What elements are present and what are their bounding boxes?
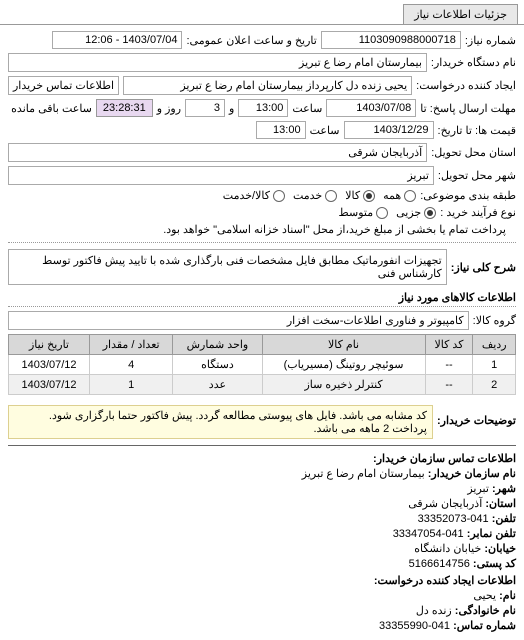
- ccity-label: شهر:: [492, 483, 516, 495]
- col-qty: تعداد / مقدار: [90, 335, 173, 355]
- table-row[interactable]: 2 -- کنترلر ذخیره ساز عدد 1 1403/07/12: [9, 375, 516, 395]
- deadline-label: مهلت ارسال پاسخ: تا: [420, 102, 516, 115]
- goods-section-title: اطلاعات کالاهای مورد نیاز: [8, 291, 516, 307]
- tab-need-details[interactable]: جزئیات اطلاعات نیاز: [403, 4, 518, 24]
- radio-all[interactable]: همه: [383, 189, 416, 202]
- radio-goods-service[interactable]: کالا/خدمت: [223, 189, 285, 202]
- phone-label: تلفن:: [492, 513, 516, 525]
- buyer-org: بیمارستان امام رضا ع تبریز: [8, 53, 427, 72]
- deadline-time: 13:00: [238, 99, 288, 117]
- col-date: تاریخ نیاز: [9, 335, 90, 355]
- announce-datetime: 1403/07/04 - 12:06: [52, 31, 182, 49]
- radio-small[interactable]: جزیی: [396, 206, 436, 219]
- payment-note: پرداخت تمام یا بخشی از مبلغ خرید،از محل …: [163, 223, 506, 236]
- radio-service[interactable]: خدمت: [293, 189, 337, 202]
- col-num: ردیف: [473, 335, 516, 355]
- street-value: خیابان دانشگاه: [414, 543, 481, 555]
- price-until-time: 13:00: [256, 121, 306, 139]
- days-remaining: 3: [185, 99, 225, 117]
- name-label: نام:: [499, 590, 516, 602]
- fax-value: 041-33347054: [393, 528, 464, 540]
- cphone-value: 041-33355990: [379, 620, 450, 632]
- ccity-value: تبریز: [467, 483, 489, 495]
- lname-label: نام خانوادگی:: [455, 605, 516, 617]
- announce-label: تاریخ و ساعت اعلان عمومی:: [186, 34, 316, 47]
- cprovince-value: آذربایجان شرقی: [408, 498, 482, 510]
- goods-group: کامپیوتر و فناوری اطلاعات-سخت افزار: [8, 311, 469, 330]
- org-label: نام سازمان خریدار:: [428, 468, 516, 480]
- col-unit: واحد شمارش: [173, 335, 262, 355]
- category-radio-group: همه کالا خدمت کالا/خدمت: [223, 189, 416, 202]
- city-label: شهر محل تحویل:: [438, 169, 516, 182]
- goods-table: ردیف کد کالا نام کالا واحد شمارش تعداد /…: [8, 334, 516, 395]
- postal-label: کد پستی:: [473, 558, 516, 570]
- org-value: بیمارستان امام رضا ع تبریز: [302, 468, 425, 480]
- lname-value: زنده دل: [416, 605, 452, 617]
- postal-value: 5166614756: [409, 558, 470, 570]
- deadline-date: 1403/07/08: [326, 99, 416, 117]
- table-row[interactable]: 1 -- سوئیچر روتینگ (مسیریاب) دستگاه 4 14…: [9, 355, 516, 375]
- delivery-province: آذربایجان شرقی: [8, 143, 427, 162]
- requester: یحیی زنده دل کارپرداز بیمارستان امام رضا…: [123, 76, 412, 95]
- remaining-time: 23:28:31: [96, 99, 153, 117]
- contact-section-title: اطلاعات تماس سازمان خریدار:: [8, 452, 516, 465]
- buyer-note: کد مشابه می باشد. فایل های پیوستی مطالعه…: [8, 405, 433, 439]
- fax-label: تلفن نمابر:: [467, 528, 516, 540]
- need-title: تجهیزات انفورماتیک مطابق فایل مشخصات فنی…: [8, 249, 447, 285]
- need-title-label: شرح کلی نیاز:: [451, 261, 516, 274]
- street-label: خیابان:: [484, 543, 516, 555]
- radio-medium[interactable]: متوسط: [339, 206, 389, 219]
- cphone-label: شماره تماس:: [453, 620, 516, 632]
- remaining-suffix: ساعت باقی مانده: [11, 102, 92, 115]
- price-until-date: 1403/12/29: [344, 121, 434, 139]
- buyer-org-label: نام دستگاه خریدار:: [431, 56, 516, 69]
- buy-process-radio-group: جزیی متوسط: [339, 206, 437, 219]
- category-label: طبقه بندی موضوعی:: [420, 189, 516, 202]
- requester-label: ایجاد کننده درخواست:: [416, 79, 516, 92]
- number-label: شماره نیاز:: [465, 34, 516, 47]
- radio-goods[interactable]: کالا: [345, 189, 375, 202]
- group-label: گروه کالا:: [473, 314, 516, 327]
- col-code: کد کالا: [425, 335, 473, 355]
- phone-value: 041-33352073: [418, 513, 489, 525]
- delivery-city: تبریز: [8, 166, 434, 185]
- cprovince-label: استان:: [485, 498, 516, 510]
- price-until-label: قیمت ها: تا تاریخ:: [438, 124, 516, 137]
- time-label-1: ساعت: [292, 102, 322, 115]
- province-label: استان محل تحویل:: [431, 146, 516, 159]
- need-number: 1103090988000718: [321, 31, 461, 49]
- buy-process-label: نوع فرآیند خرید :: [440, 206, 516, 219]
- buyer-note-label: توضیحات خریدار:: [437, 414, 516, 427]
- col-name: نام کالا: [262, 335, 425, 355]
- contact-buyer-button[interactable]: اطلاعات تماس خریدار: [8, 76, 119, 95]
- name-value: یحیی: [473, 590, 496, 602]
- remaining-days-label: روز و: [157, 102, 181, 115]
- time-label-2: ساعت: [310, 124, 340, 137]
- and-label: و: [229, 102, 234, 115]
